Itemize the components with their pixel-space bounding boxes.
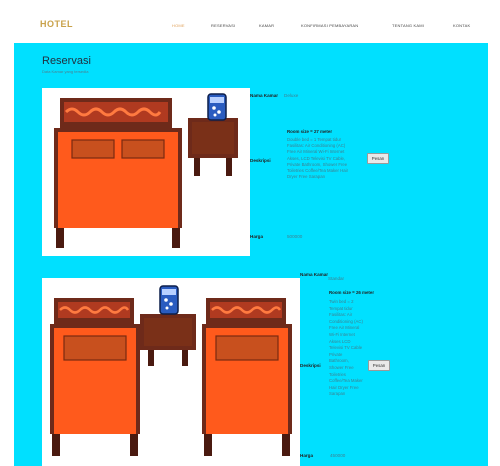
description-line: Hair Dryer Free xyxy=(329,384,359,390)
description-label: Deskripsi xyxy=(250,158,271,163)
description-line: Fasilitas: Air xyxy=(329,312,353,318)
double-bed-illustration xyxy=(54,93,238,248)
description-line: Free Air Mineral Wi-Fi Internet xyxy=(287,149,345,155)
page-subtitle: Data Kamar yang tersedia xyxy=(42,69,89,74)
room-size: Room size = 27 meter xyxy=(287,129,333,134)
description-line: Toiletries xyxy=(329,371,346,377)
brand-logo[interactable]: HOTEL xyxy=(40,19,73,29)
description-line: Coffee/Tea Maker xyxy=(329,378,363,384)
room-image-deluxe xyxy=(42,88,250,256)
book-button[interactable]: Pesan xyxy=(367,153,389,164)
description-line: Bathroom, xyxy=(329,358,349,364)
nav-home[interactable]: HOME xyxy=(172,23,185,28)
description-label: Deskripsi xyxy=(300,363,321,368)
description-line: Wi-Fi Internet xyxy=(329,332,355,337)
nav-tentang-kami[interactable]: TENTANG KAMI xyxy=(392,23,424,28)
price-value: 500000 xyxy=(287,234,303,239)
price-label: Harga xyxy=(250,234,264,239)
description-line: Free Air Mineral xyxy=(329,325,360,331)
navbar: HOTEL HOME RESERVASI KAMAR KONFIRMASI PE… xyxy=(14,8,488,44)
description-line: Conditioning (AC) xyxy=(329,318,363,324)
room-name-value: Deluxe xyxy=(284,93,299,98)
description-line: Fasilitas: Air Conditioning (AC) xyxy=(287,143,346,149)
price-label: Harga xyxy=(300,453,314,458)
description-line: Tempat tidur xyxy=(329,305,353,311)
description-line: Twin bed = 2 xyxy=(329,299,354,304)
description-line: Akses, LCD Televisi TV Cable, xyxy=(287,155,346,161)
description-line: Toiletries Coffee/Tea Maker Hair xyxy=(287,168,349,173)
room-name-value: Standar xyxy=(328,276,345,281)
room-name-label: Nama Kamar xyxy=(250,93,279,98)
nav-reservasi[interactable]: RESERVASI xyxy=(211,23,235,28)
description-line: Televisi TV Cable xyxy=(329,345,363,351)
description-line: Private Bathroom, Shower Free xyxy=(287,161,348,167)
nav-kontak[interactable]: KONTAK xyxy=(453,23,470,28)
room-size: Room size = 26 meter xyxy=(329,290,375,295)
description-line: Double bed = 1 Tempat tidur xyxy=(287,137,342,142)
nav-konfirmasi-pembayaran[interactable]: KONFIRMASI PEMBAYARAN xyxy=(301,23,358,28)
nav-kamar[interactable]: KAMAR xyxy=(259,23,274,28)
main-content: Reservasi Data Kamar yang tersedia Nama … xyxy=(14,43,488,466)
room-image-standar xyxy=(42,278,300,466)
room-name-label: Nama Kamar xyxy=(300,272,329,277)
price-value: 450000 xyxy=(330,453,346,458)
description-line: Dryer Free Sarapan xyxy=(287,174,325,180)
description-line: Akses LCD xyxy=(329,338,351,344)
description-line: Shower Free xyxy=(329,365,354,370)
twin-bed-illustration xyxy=(50,285,292,456)
description-line: Private xyxy=(329,351,343,357)
book-button[interactable]: Pesan xyxy=(368,360,390,371)
page-title: Reservasi xyxy=(42,55,91,67)
description-line: Sarapan xyxy=(329,391,346,397)
